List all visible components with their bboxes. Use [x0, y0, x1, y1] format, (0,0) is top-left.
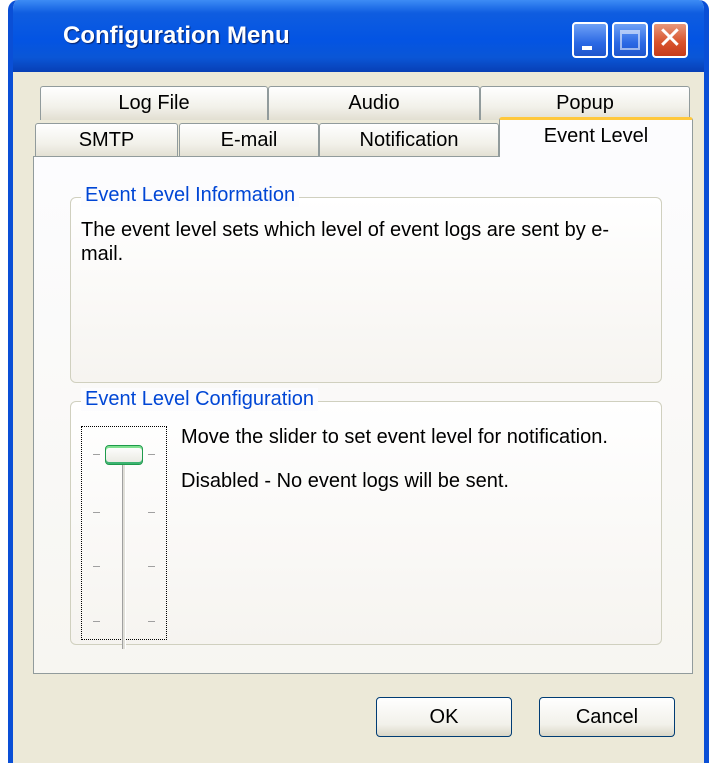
- tab-log-file[interactable]: Log File: [40, 86, 268, 120]
- tab-label: E-mail: [220, 129, 278, 151]
- slider-tick: [93, 621, 100, 622]
- slider-tick: [148, 454, 155, 455]
- tab-popup[interactable]: Popup: [480, 86, 690, 120]
- window-title: Configuration Menu: [63, 22, 290, 49]
- tab-label: Popup: [556, 92, 614, 114]
- slider-tick: [148, 621, 155, 622]
- config-window: Configuration Menu ✕ Log File Audio Popu…: [8, 0, 709, 763]
- minimize-icon: [582, 46, 592, 50]
- ok-button[interactable]: OK: [376, 697, 512, 737]
- slider-tick: [93, 454, 100, 455]
- cancel-button[interactable]: Cancel: [539, 697, 675, 737]
- tab-notification[interactable]: Notification: [319, 123, 499, 157]
- info-text: The event level sets which level of even…: [81, 219, 610, 265]
- event-level-status: Disabled - No event logs will be sent.: [181, 470, 509, 492]
- maximize-button[interactable]: [612, 22, 648, 58]
- close-icon: ✕: [657, 22, 683, 55]
- close-button[interactable]: ✕: [652, 22, 688, 58]
- tab-email[interactable]: E-mail: [179, 123, 319, 157]
- tab-label: Event Level: [543, 125, 649, 147]
- minimize-button[interactable]: [572, 22, 608, 58]
- slider-tick: [93, 512, 100, 513]
- slider-tick: [148, 566, 155, 567]
- slider-track: [122, 453, 126, 649]
- group-title: Event Level Configuration: [81, 388, 319, 411]
- slider-tick: [93, 566, 100, 567]
- maximize-icon: [620, 30, 640, 50]
- group-title: Event Level Information: [81, 184, 300, 207]
- tab-label: SMTP: [78, 129, 135, 151]
- tab-label: Audio: [348, 92, 400, 114]
- tab-label: Notification: [359, 129, 459, 151]
- tab-smtp[interactable]: SMTP: [35, 123, 178, 157]
- event-level-information-group: Event Level Information The event level …: [70, 184, 662, 383]
- tab-panel-event-level: Event Level Information The event level …: [33, 156, 693, 674]
- tab-event-level[interactable]: Event Level: [499, 117, 693, 157]
- event-level-slider[interactable]: [81, 426, 167, 649]
- tab-audio[interactable]: Audio: [268, 86, 480, 120]
- slider-tick: [148, 512, 155, 513]
- slider-thumb[interactable]: [105, 445, 143, 465]
- event-level-configuration-group: Event Level Configuration Move the slide…: [70, 388, 662, 649]
- tab-label: Log File: [118, 92, 190, 114]
- slider-instruction: Move the slider to set event level for n…: [181, 426, 608, 448]
- title-bar[interactable]: Configuration Menu ✕: [13, 0, 704, 72]
